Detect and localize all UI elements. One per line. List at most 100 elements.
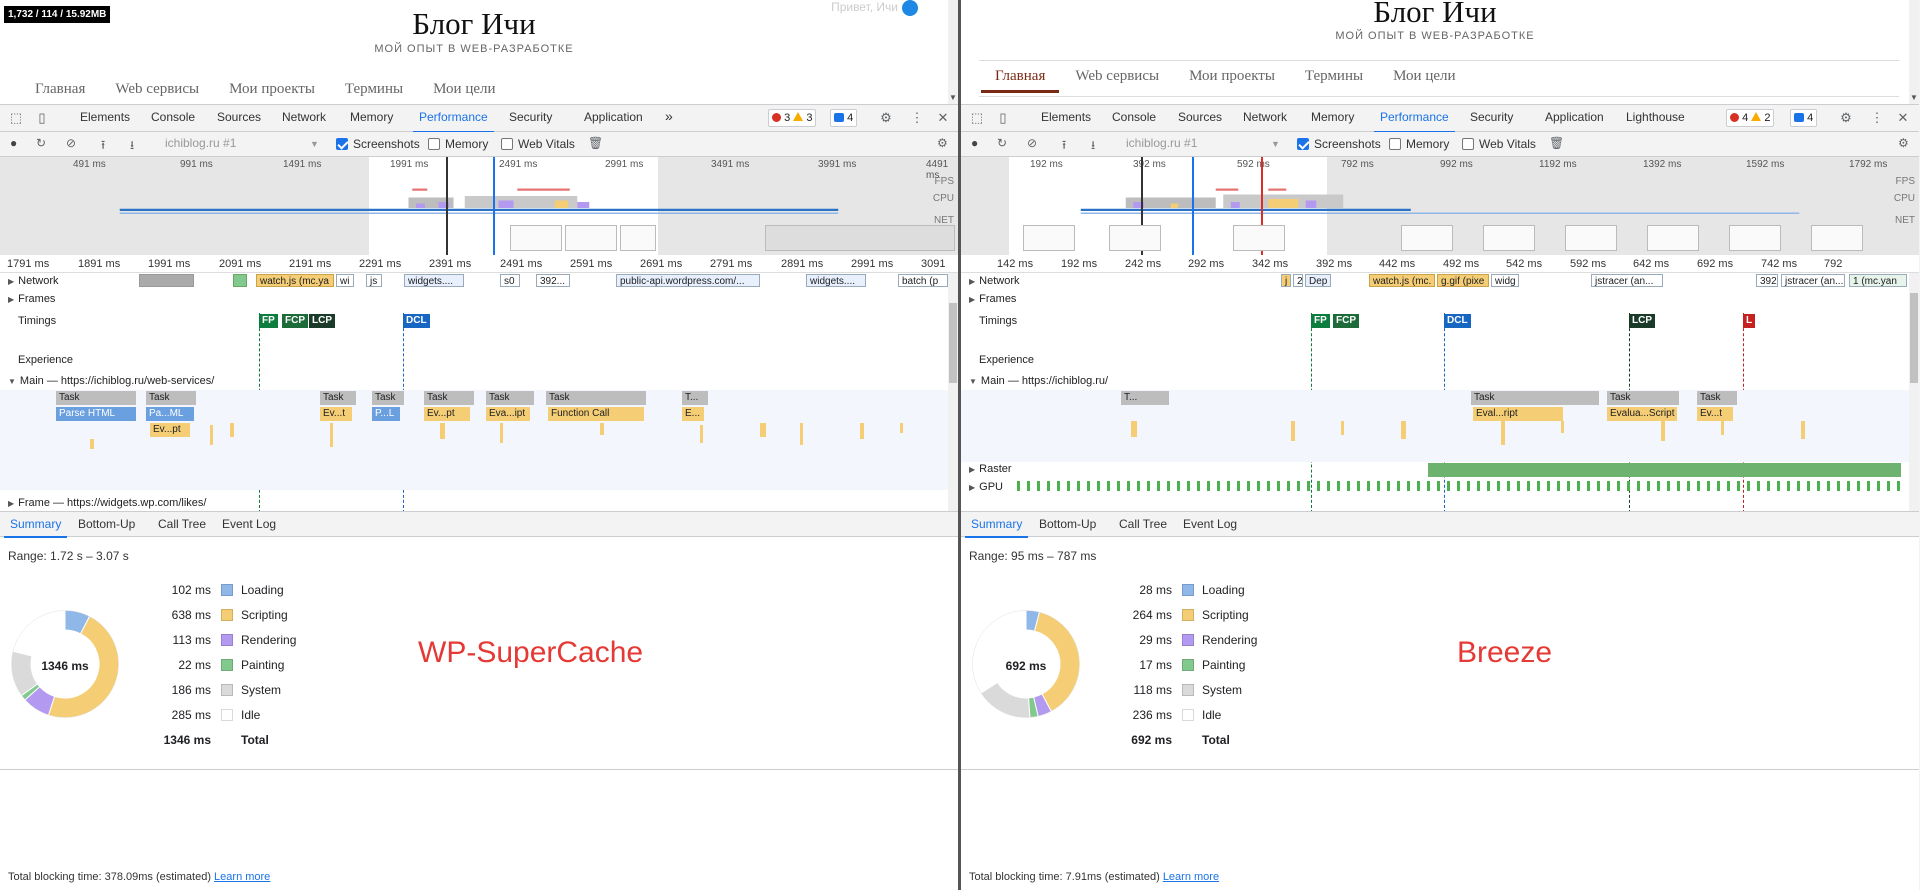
screenshots-checkbox[interactable] (336, 138, 348, 150)
screenshot-thumb[interactable] (1811, 225, 1863, 251)
collect-garbage-icon[interactable]: 🗑 (1549, 136, 1564, 150)
tab-event-log[interactable]: Event Log (1183, 517, 1237, 531)
messages-badge[interactable]: 4 (1790, 109, 1818, 127)
tab-memory[interactable]: Memory (350, 110, 393, 124)
nav-item-goals[interactable]: Мои цели (433, 81, 495, 98)
call-bar[interactable]: Evalua...Script (1607, 407, 1677, 421)
page-scrollbar[interactable]: ▼ (948, 0, 958, 104)
screenshots-checkbox[interactable] (1297, 138, 1309, 150)
issues-badge[interactable]: 4 2 (1726, 109, 1775, 127)
tab-network[interactable]: Network (1243, 110, 1287, 124)
network-request[interactable]: Dep (1305, 274, 1331, 287)
lcp-marker[interactable]: LCP (309, 314, 335, 328)
network-request[interactable]: batch (p (898, 274, 948, 287)
memory-checkbox[interactable] (428, 138, 440, 150)
fp-marker[interactable]: FP (259, 314, 278, 328)
tracks-scrollbar[interactable] (948, 273, 958, 511)
network-request[interactable]: 2 (1293, 274, 1303, 287)
screenshot-thumb[interactable] (565, 225, 617, 251)
screenshot-thumb[interactable] (1647, 225, 1699, 251)
network-request[interactable]: g.gif (pixe (1437, 274, 1489, 287)
scrollbar-thumb[interactable] (949, 303, 957, 383)
scroll-down-icon[interactable]: ▼ (1910, 93, 1918, 102)
network-track-label[interactable]: ▶ Network (8, 275, 59, 287)
task-bar[interactable]: Task (56, 391, 136, 405)
flame-chart[interactable]: ▶ Network j 2 Dep watch.js (mc. g.gif (pi… (961, 273, 1909, 513)
timeline-overview[interactable]: 192 ms 392 ms 592 ms 792 ms 992 ms 1192 … (961, 157, 1919, 255)
network-request[interactable]: jstracer (an... (1591, 274, 1663, 287)
close-devtools-icon[interactable]: ✕ (1895, 110, 1911, 126)
network-request[interactable]: 1 (mc.yan (1849, 274, 1907, 287)
load-marker[interactable]: L (1743, 314, 1756, 328)
frames-track-label[interactable]: ▶ Frames (8, 293, 55, 305)
timeline-overview[interactable]: 491 ms 991 ms 1491 ms 1991 ms 2491 ms 29… (0, 157, 958, 255)
call-bar[interactable]: P...L (372, 407, 400, 421)
messages-badge[interactable]: 4 (830, 109, 858, 127)
fcp-marker[interactable]: FCP (1333, 314, 1359, 328)
task-bar[interactable]: Task (546, 391, 646, 405)
network-track-label[interactable]: ▶ Network (969, 275, 1020, 287)
tab-lighthouse[interactable]: Lighthouse (1626, 110, 1685, 124)
tab-bottom-up[interactable]: Bottom-Up (1039, 517, 1096, 531)
clear-icon[interactable]: ⊘ (66, 136, 76, 150)
task-bar[interactable]: Task (1697, 391, 1737, 405)
fcp-marker[interactable]: FCP (282, 314, 308, 328)
expand-arrow-icon[interactable]: ▶ (969, 465, 975, 474)
tab-security[interactable]: Security (1470, 110, 1513, 124)
lcp-marker[interactable]: LCP (1629, 314, 1655, 328)
dropdown-arrow-icon[interactable]: ▼ (1271, 139, 1280, 149)
screenshot-thumb[interactable] (620, 225, 656, 251)
task-bar[interactable]: Task (486, 391, 534, 405)
nav-item-home[interactable]: Главная (35, 81, 85, 98)
collapse-arrow-icon[interactable]: ▼ (969, 377, 977, 386)
dcl-marker[interactable]: DCL (403, 314, 430, 328)
recording-select[interactable]: ichiblog.ru #1 (1126, 136, 1197, 150)
expand-arrow-icon[interactable]: ▶ (8, 499, 14, 508)
tab-call-tree[interactable]: Call Tree (158, 517, 206, 531)
clear-icon[interactable]: ⊘ (1027, 136, 1037, 150)
device-toolbar-icon[interactable]: ▯ (34, 110, 50, 126)
tab-console[interactable]: Console (1112, 110, 1156, 124)
task-bar[interactable]: Task (424, 391, 474, 405)
recording-select[interactable]: ichiblog.ru #1 (165, 136, 236, 150)
screenshot-thumb[interactable] (1729, 225, 1781, 251)
tab-call-tree[interactable]: Call Tree (1119, 517, 1167, 531)
main-thread-label[interactable]: ▼ Main — https://ichiblog.ru/ (969, 375, 1108, 387)
call-bar[interactable]: Eval...ript (1473, 407, 1563, 421)
screenshot-thumb[interactable] (1565, 225, 1617, 251)
call-bar[interactable]: E... (682, 407, 704, 421)
tab-event-log[interactable]: Event Log (222, 517, 276, 531)
web-vitals-checkbox[interactable] (1462, 138, 1474, 150)
network-request[interactable]: widgets.... (404, 274, 464, 287)
load-profile-icon[interactable]: ⭱ (1062, 136, 1066, 157)
screenshot-thumb[interactable] (1023, 225, 1075, 251)
nav-item-projects[interactable]: Мои проекты (229, 81, 315, 98)
tab-performance[interactable]: Performance (413, 110, 494, 133)
network-request[interactable]: jstracer (an... (1781, 274, 1845, 287)
web-vitals-checkbox[interactable] (501, 138, 513, 150)
tab-sources[interactable]: Sources (217, 110, 261, 124)
tab-application[interactable]: Application (584, 110, 643, 124)
screenshot-thumb[interactable] (1483, 225, 1535, 251)
tab-memory[interactable]: Memory (1311, 110, 1354, 124)
call-bar[interactable]: Eva...ipt (486, 407, 530, 421)
tab-elements[interactable]: Elements (1041, 110, 1091, 124)
page-scrollbar[interactable]: ▼ (1909, 0, 1919, 104)
blog-title[interactable]: Блог Ичи (961, 0, 1909, 30)
settings-gear-icon[interactable]: ⚙ (1838, 110, 1854, 126)
nav-item-projects[interactable]: Мои проекты (1189, 68, 1275, 93)
task-bar[interactable]: T... (1121, 391, 1169, 405)
screenshot-thumb[interactable] (1401, 225, 1453, 251)
tab-security[interactable]: Security (509, 110, 552, 124)
network-request[interactable]: watch.js (mc. (1369, 274, 1435, 287)
call-bar[interactable]: Pa...ML (146, 407, 194, 421)
frame-track-label[interactable]: ▶ Frame — https://widgets.wp.com/likes/ (8, 497, 206, 509)
network-request[interactable]: widg (1491, 274, 1519, 287)
more-options-icon[interactable]: ⋮ (1869, 110, 1885, 126)
network-request[interactable]: public-api.wordpress.com/... (616, 274, 760, 287)
dcl-marker[interactable]: DCL (1444, 314, 1471, 328)
screenshot-thumb[interactable] (510, 225, 562, 251)
network-request[interactable]: wi (336, 274, 354, 287)
device-toolbar-icon[interactable]: ▯ (995, 110, 1011, 126)
network-request[interactable]: 392... (536, 274, 570, 287)
